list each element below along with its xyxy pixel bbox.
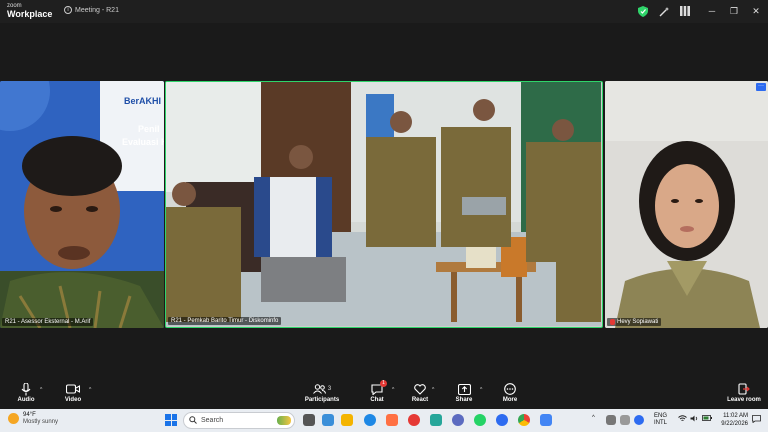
chat-label: Chat: [370, 397, 384, 403]
microphone-icon: [21, 382, 31, 396]
close-icon[interactable]: ✕: [749, 5, 763, 17]
file-explorer-icon[interactable]: [341, 414, 353, 426]
slide-title1: Penil: [138, 124, 160, 134]
minimize-icon[interactable]: ─: [705, 5, 719, 17]
participant-video-right: [605, 81, 768, 328]
search-icon: [189, 415, 197, 426]
windows-start-icon[interactable]: [165, 414, 177, 426]
name-right-text: Hevy Sopiawati: [617, 319, 659, 325]
participant-tile-center[interactable]: R21 - Pemkab Barito Timur - Diskominfo: [165, 81, 603, 328]
tray-overflow-caret[interactable]: ^: [592, 415, 595, 421]
video-label: Video: [64, 397, 82, 403]
shield-icon[interactable]: [637, 5, 649, 17]
meeting-toolbar: Audio ^ Video ^ 3 Participants 1 Chat ^: [0, 379, 768, 409]
zoom-window: zoom Workplace i Meeting - R21 ─ ❐ ✕ Ber…: [0, 0, 768, 432]
share-icon: [457, 382, 471, 396]
info-icon[interactable]: i: [64, 6, 72, 14]
react-label: React: [411, 397, 429, 403]
participants-icon: 3: [312, 382, 332, 396]
chat-options-caret[interactable]: ^: [392, 387, 394, 393]
participants-count: 3: [327, 386, 332, 392]
participants-button[interactable]: 3 Participants: [297, 382, 347, 403]
whatsapp-icon[interactable]: [474, 414, 486, 426]
video-options-caret[interactable]: ^: [89, 387, 91, 393]
more-icon: [504, 382, 516, 396]
restore-icon[interactable]: ❐: [727, 5, 741, 17]
participants-label: Participants: [304, 397, 340, 403]
search-highlight-icon: [277, 416, 291, 425]
meeting-title-text: Meeting - R21: [75, 6, 119, 14]
share-label: Share: [455, 397, 473, 403]
slide-brand: BerAKHI: [124, 96, 162, 106]
language-line1: ENG: [654, 413, 668, 419]
browser-icon[interactable]: [408, 414, 420, 426]
sun-icon: [8, 413, 19, 425]
participant-tile-left[interactable]: BerAKHI Penil Evaluasi Kiner R21 - Asess…: [0, 81, 164, 328]
participant-video-left: [0, 81, 164, 328]
name-center-text: R21 - Pemkab Barito Timur - Diskominfo: [171, 318, 279, 324]
grid-view-icon[interactable]: [679, 5, 691, 17]
participant-video-center: [166, 82, 601, 326]
slide-title2: Evaluasi Kiner: [122, 137, 164, 147]
camera-icon: [66, 382, 80, 396]
leave-icon: [738, 382, 750, 396]
wifi-icon[interactable]: [678, 415, 687, 424]
language-indicator[interactable]: ENG INTL: [654, 413, 667, 427]
heart-icon: [414, 382, 426, 396]
title-bar: zoom Workplace i Meeting - R21 ─ ❐ ✕: [0, 0, 768, 23]
name-left-text: R21 - Asessor Eksternal - M.Arif: [5, 319, 91, 325]
weather-widget[interactable]: 94°F Mostly sunny: [8, 412, 58, 425]
audio-button[interactable]: Audio: [1, 382, 51, 403]
chrome-icon[interactable]: [518, 414, 530, 426]
leave-label: Leave room: [727, 397, 761, 403]
clock-date: 9/22/2026: [721, 421, 748, 427]
zoom-logo: zoom Workplace: [7, 3, 52, 19]
edge-icon[interactable]: [364, 414, 376, 426]
magic-icon[interactable]: [658, 5, 670, 17]
app-icon-2[interactable]: [540, 414, 552, 426]
battery-icon[interactable]: [702, 415, 712, 423]
weather-desc: Mostly sunny: [23, 418, 59, 425]
volume-icon[interactable]: [690, 415, 699, 424]
os-taskbar: 94°F Mostly sunny Search ^ ENG INTL 11:0…: [0, 409, 768, 432]
react-options-caret[interactable]: ^: [432, 387, 434, 393]
participant-tile-right[interactable]: ··· Hevy Sopiawati: [605, 81, 768, 328]
audio-label: Audio: [17, 397, 35, 403]
chat-app-icon[interactable]: [322, 414, 334, 426]
tray-icon-3[interactable]: [634, 415, 644, 425]
tray-icon-1[interactable]: [606, 415, 616, 425]
audio-options-caret[interactable]: ^: [40, 387, 42, 393]
logo-line2: Workplace: [7, 9, 53, 19]
mic-muted-icon: [610, 319, 615, 325]
participant-name-right: Hevy Sopiawati: [607, 318, 662, 326]
language-line2: INTL: [654, 420, 668, 426]
share-options-caret[interactable]: ^: [480, 387, 482, 393]
more-label: More: [502, 397, 518, 403]
leave-room-button[interactable]: Leave room: [719, 382, 768, 403]
weather-temp: 94°F: [23, 412, 36, 418]
search-placeholder: Search: [201, 417, 224, 424]
tile-more-icon[interactable]: ···: [756, 83, 766, 91]
clock-time: 11:02 AM: [723, 413, 748, 419]
meeting-title[interactable]: i Meeting - R21: [64, 6, 119, 14]
taskbar-search[interactable]: Search: [183, 412, 295, 429]
react-button[interactable]: React: [395, 382, 445, 403]
participant-name-center: R21 - Pemkab Barito Timur - Diskominfo: [168, 317, 282, 325]
participant-name-left: R21 - Asessor Eksternal - M.Arif: [2, 318, 94, 326]
tray-icon-2[interactable]: [620, 415, 630, 425]
app-icon-1[interactable]: [430, 414, 442, 426]
system-clock[interactable]: 11:02 AM 9/22/2026: [715, 412, 748, 428]
zoom-taskbar-icon[interactable]: [496, 414, 508, 426]
vlc-icon[interactable]: [386, 414, 398, 426]
video-stage: BerAKHI Penil Evaluasi Kiner R21 - Asess…: [0, 23, 768, 379]
settings-icon[interactable]: [452, 414, 464, 426]
task-view-icon[interactable]: [303, 414, 315, 426]
notification-icon[interactable]: [752, 415, 761, 425]
more-button[interactable]: More: [485, 382, 535, 403]
chat-badge: 1: [380, 380, 387, 387]
